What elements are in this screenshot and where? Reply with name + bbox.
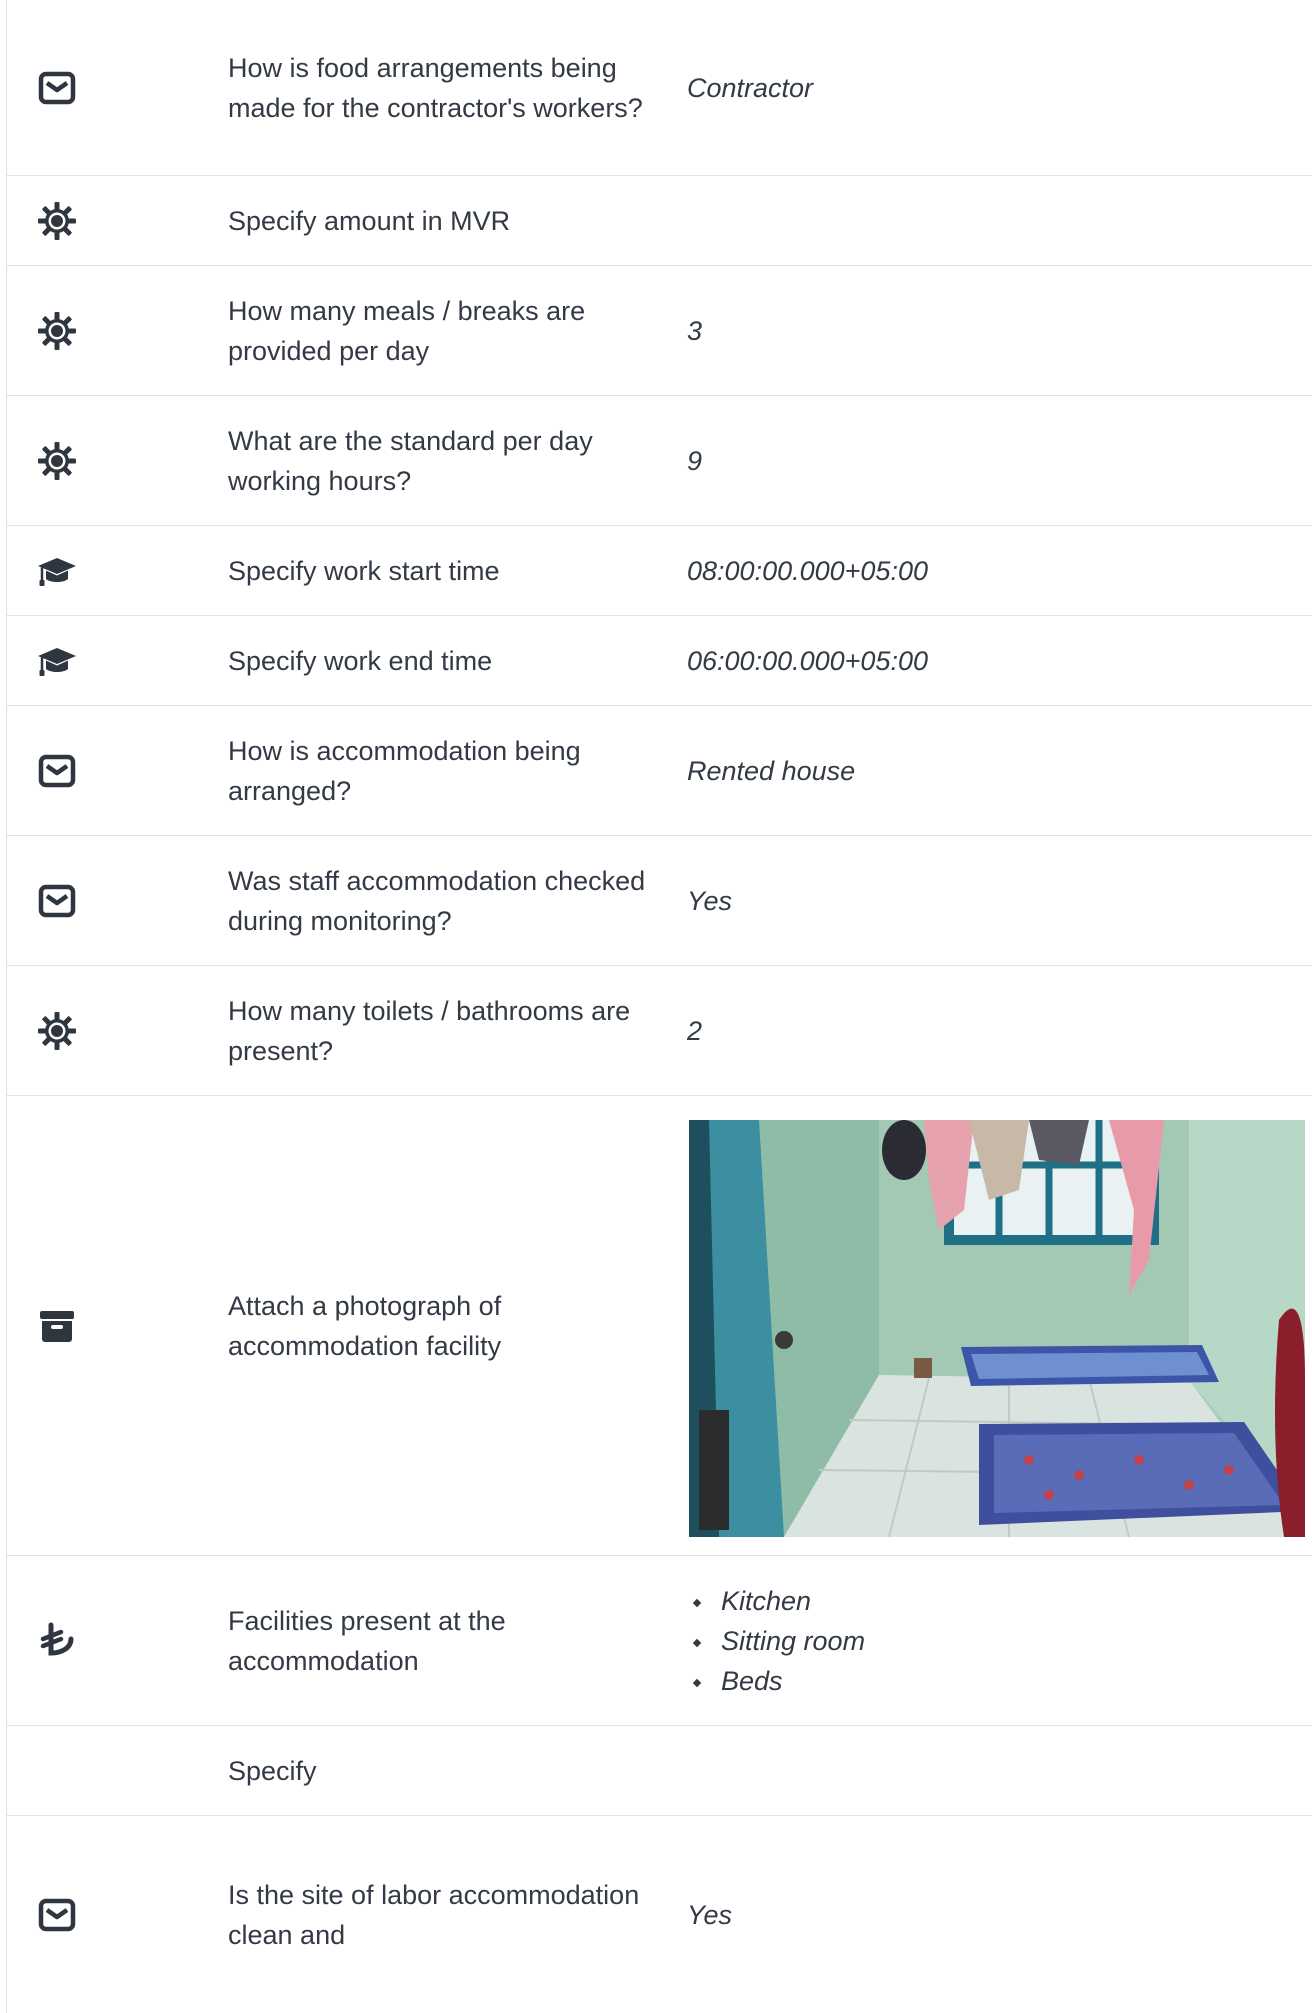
gear-icon (35, 1009, 79, 1053)
table-row: Specify (7, 1726, 1312, 1816)
answer-text: 9 (687, 445, 703, 476)
question-text: Facilities present at the accommodation (228, 1605, 506, 1676)
answer-text (687, 176, 1303, 265)
list-item: Sitting room (687, 1621, 865, 1661)
answer-text (687, 1726, 1303, 1815)
table-row: How many meals / breaks are provided per… (7, 266, 1312, 396)
question-text: How is accommodation being arranged? (228, 735, 581, 806)
gear-icon (35, 439, 79, 483)
question-text: How many toilets / bathrooms are present… (228, 995, 631, 1066)
answer-text: 3 (687, 315, 703, 346)
table-row: Specify work end time 06:00:00.000+05:00 (7, 616, 1312, 706)
answer-text: 08:00:00.000+05:00 (687, 555, 928, 586)
table-row: How many toilets / bathrooms are present… (7, 966, 1312, 1096)
answer-text: Contractor (687, 72, 814, 103)
envelope-icon (35, 66, 79, 110)
question-text: Attach a photograph of accommodation fac… (228, 1290, 502, 1361)
table-row: Is the site of labor accommodation clean… (7, 1816, 1312, 2013)
table-row: How is accommodation being arranged? Ren… (7, 706, 1312, 836)
table-row: Specify amount in MVR (7, 176, 1312, 266)
question-text: How many meals / breaks are provided per… (228, 295, 586, 366)
table-row: How is food arrangements being made for … (7, 0, 1312, 176)
answer-text: Rented house (687, 755, 856, 786)
graduation-cap-icon (35, 549, 79, 593)
list-item: Beds (687, 1661, 865, 1701)
question-text: What are the standard per day working ho… (228, 425, 593, 496)
gear-icon (35, 199, 79, 243)
list-item: Kitchen (687, 1581, 865, 1621)
graduation-cap-icon (35, 639, 79, 683)
gear-icon (35, 309, 79, 353)
envelope-icon (35, 1893, 79, 1937)
answer-text: Yes (687, 1899, 733, 1930)
question-text: How is food arrangements being made for … (228, 52, 643, 123)
question-text: Is the site of labor accommodation clean… (228, 1879, 640, 1950)
answer-text: 2 (687, 1015, 703, 1046)
facility-list: Kitchen Sitting room Beds (687, 1581, 865, 1701)
question-text: Specify work end time (228, 645, 493, 676)
lira-icon (35, 1619, 79, 1663)
question-text: Specify work start time (228, 555, 500, 586)
answer-text: 06:00:00.000+05:00 (687, 645, 928, 676)
question-text: Specify amount in MVR (228, 205, 511, 236)
answer-list-cell: Kitchen Sitting room Beds (687, 1556, 1303, 1725)
answer-text: Yes (687, 885, 733, 916)
archive-icon (35, 1304, 79, 1348)
table-row: Facilities present at the accommodation … (7, 1556, 1312, 1726)
table-row: What are the standard per day working ho… (7, 396, 1312, 526)
accommodation-photo[interactable] (689, 1120, 1305, 1537)
question-text: Specify (228, 1755, 317, 1786)
table-row: Attach a photograph of accommodation fac… (7, 1096, 1312, 1556)
survey-table: How is food arrangements being made for … (6, 0, 1312, 2013)
table-row: Specify work start time 08:00:00.000+05:… (7, 526, 1312, 616)
envelope-icon (35, 749, 79, 793)
envelope-icon (35, 879, 79, 923)
question-text: Was staff accommodation checked during m… (228, 865, 646, 936)
table-row: Was staff accommodation checked during m… (7, 836, 1312, 966)
